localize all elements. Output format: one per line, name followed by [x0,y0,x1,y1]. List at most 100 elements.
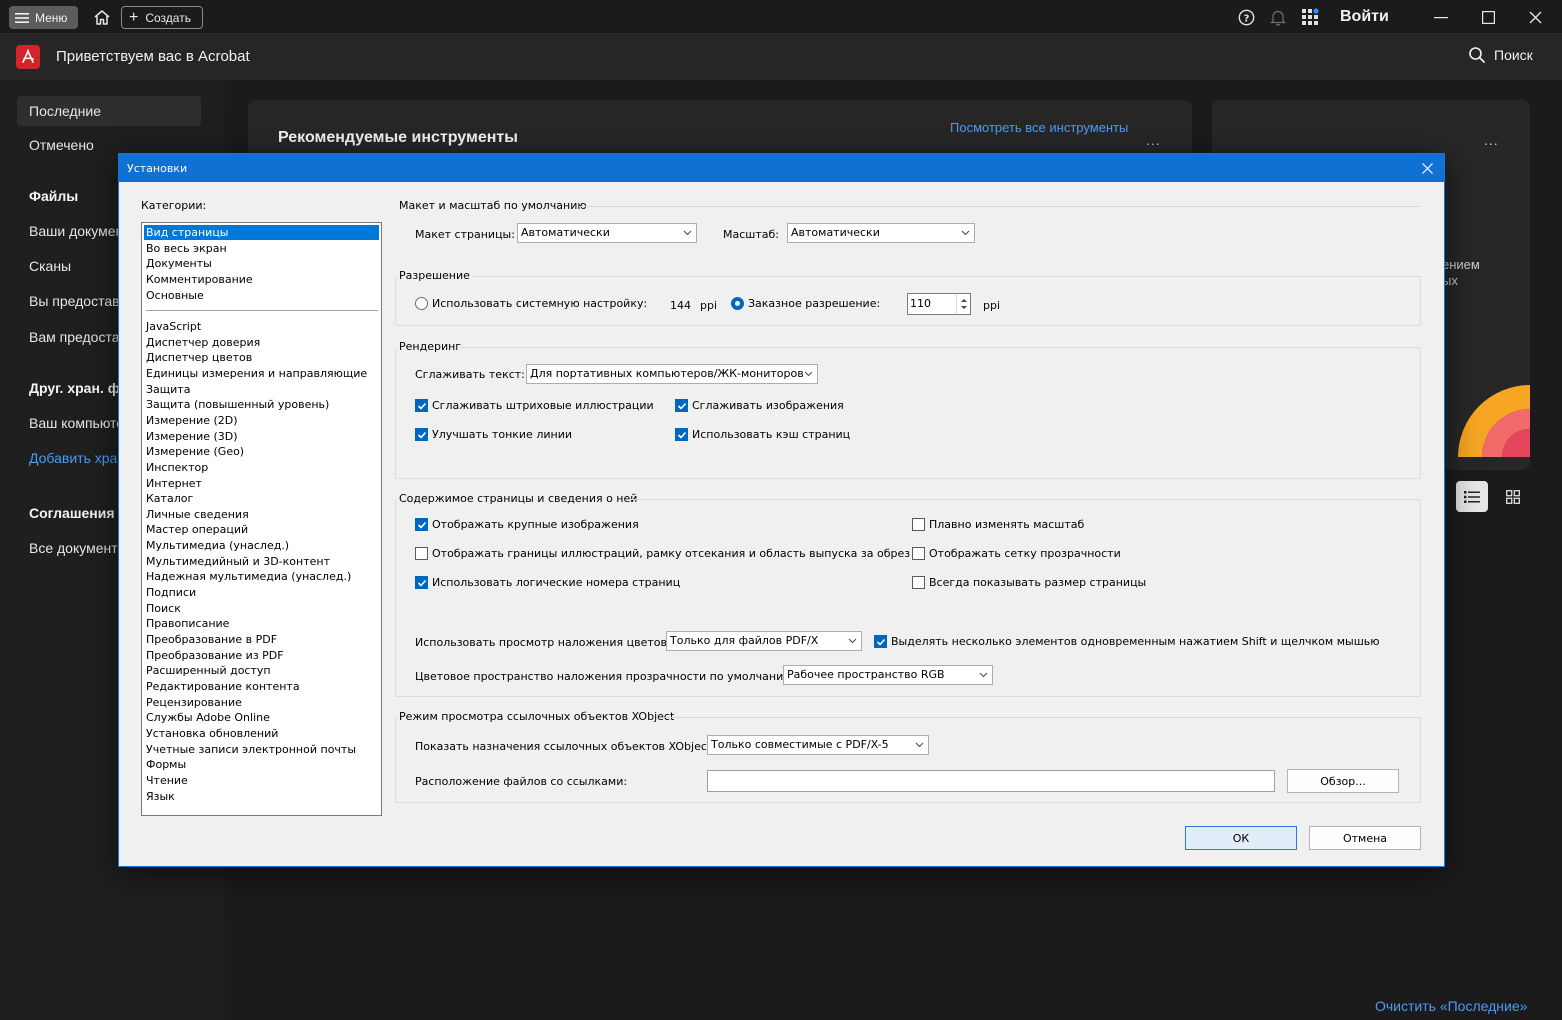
see-all-tools-link[interactable]: Посмотреть все инструменты [950,120,1128,135]
category-item[interactable]: Установка обновлений [144,726,379,741]
checkmark-icon [677,431,686,439]
sidebar-item-shared-by-you[interactable]: Вы предостав [29,293,120,309]
window-close-icon[interactable] [1524,6,1546,28]
category-item[interactable]: Измерение (3D) [144,429,379,444]
category-item[interactable]: Документы [144,256,379,271]
smooth-text-select[interactable]: Для портативных компьютеров/ЖК-мониторов [526,364,818,384]
category-item[interactable]: Формы [144,757,379,772]
promo-text-fragment: ением [1442,257,1480,272]
category-item[interactable]: Мастер операций [144,522,379,537]
category-item[interactable]: Учетные записи электронной почты [144,742,379,757]
xobject-targets-select[interactable]: Только совместимые с PDF/X-5 [707,735,929,755]
clear-recent-link[interactable]: Очистить «Последние» [1375,998,1527,1014]
browse-button[interactable]: Обзор... [1287,769,1399,793]
group-divider [665,717,1421,718]
sidebar-item-recent[interactable]: Последние [17,96,201,126]
overprint-preview-select[interactable]: Только для файлов PDF/X [666,631,862,651]
category-item[interactable]: JavaScript [144,319,379,334]
stepper-arrows[interactable] [956,294,970,314]
list-view-button[interactable] [1456,481,1488,512]
maximize-icon[interactable] [1477,6,1499,28]
category-item[interactable]: Чтение [144,773,379,788]
sign-in-button[interactable]: Войти [1340,8,1389,26]
category-item[interactable]: Диспетчер доверия [144,335,379,350]
sidebar-item-starred[interactable]: Отмечено [29,137,94,153]
home-button[interactable] [90,6,114,29]
smooth-images-checkbox[interactable]: Сглаживать изображения [675,399,844,412]
sidebar-item-your-docs[interactable]: Ваши докумен [29,223,123,239]
use-page-cache-checkbox[interactable]: Использовать кэш страниц [675,428,850,441]
svg-text:?: ? [1243,13,1249,24]
custom-resolution-radio[interactable]: Заказное разрешение: [731,297,880,310]
minimize-icon[interactable] [1430,6,1452,28]
category-item[interactable]: Основные [144,288,379,303]
category-item[interactable]: Рецензирование [144,695,379,710]
search-button[interactable]: Поиск [1468,46,1533,64]
category-item[interactable]: Инспектор [144,460,379,475]
cancel-button[interactable]: Отмена [1309,826,1421,850]
bell-icon[interactable] [1269,8,1287,26]
show-large-images-checkbox[interactable]: Отображать крупные изображения [415,518,639,531]
sidebar-item-shared-with-you[interactable]: Вам предоста [29,329,119,345]
category-item[interactable]: Личные сведения [144,507,379,522]
sidebar-item-scans[interactable]: Сканы [29,258,71,274]
zoom-select[interactable]: Автоматически [787,223,975,243]
category-item[interactable]: Мультимедиа (унаслед.) [144,538,379,553]
system-resolution-radio[interactable]: Использовать системную настройку: [415,297,647,310]
category-item[interactable]: Измерение (Geo) [144,444,379,459]
category-item[interactable]: Надежная мультимедиа (унаслед.) [144,569,379,584]
category-item[interactable]: Мультимедийный и 3D-контент [144,554,379,569]
shift-click-select-checkbox[interactable]: Выделять несколько элементов одновременн… [874,635,1380,648]
dialog-close-icon[interactable] [1418,159,1436,177]
checkmark-icon [417,431,426,439]
category-item[interactable]: Каталог [144,491,379,506]
smooth-zoom-checkbox[interactable]: Плавно изменять масштаб [912,518,1084,531]
category-item[interactable]: Диспетчер цветов [144,350,379,365]
menu-label: Меню [35,10,68,25]
category-item[interactable]: Защита [144,382,379,397]
categories-list[interactable]: Вид страницы Во весь экран Документы Коммен… [141,222,382,816]
category-item[interactable]: Язык [144,789,379,804]
preferences-dialog: Установки Категории: Вид страницы Во весь… [118,153,1445,867]
help-icon[interactable]: ? [1237,8,1255,26]
app-title: Приветствуем вас в Acrobat [56,48,250,65]
page-layout-select[interactable]: Автоматически [517,223,697,243]
category-item[interactable]: Преобразование из PDF [144,648,379,663]
category-item[interactable]: Комментирование [144,272,379,287]
grid-view-button[interactable] [1500,484,1526,510]
always-show-page-size-checkbox[interactable]: Всегда показывать размер страницы [912,576,1146,589]
ok-button[interactable]: ОК [1185,826,1297,850]
sidebar-item-add-storage[interactable]: Добавить хран [29,450,125,466]
smooth-line-art-checkbox[interactable]: Сглаживать штриховые иллюстрации [415,399,654,412]
show-art-trim-bleed-checkbox[interactable]: Отображать границы иллюстраций, рамку от… [415,547,910,560]
category-item[interactable]: Единицы измерения и направляющие [144,366,379,381]
category-item[interactable]: Расширенный доступ [144,663,379,678]
list-view-icon [1464,490,1480,503]
logical-page-numbers-checkbox[interactable]: Использовать логические номера страниц [415,576,680,589]
category-item[interactable]: Во весь экран [144,241,379,256]
category-item[interactable]: Подписи [144,585,379,600]
menu-button[interactable]: Меню [9,6,78,29]
category-item[interactable]: Правописание [144,616,379,631]
category-item[interactable]: Редактирование контента [144,679,379,694]
more-options-icon[interactable]: ... [1484,132,1499,148]
blend-space-select[interactable]: Рабочее пространство RGB [783,665,993,685]
category-item[interactable]: Службы Adobe Online [144,710,379,725]
category-item[interactable]: Интернет [144,476,379,491]
sidebar-item-your-computer[interactable]: Ваш компьюте [29,415,124,431]
category-item[interactable]: Поиск [144,601,379,616]
category-item[interactable]: Преобразование в PDF [144,632,379,647]
custom-resolution-stepper[interactable]: 110 [907,293,971,315]
chevron-down-icon [915,742,924,748]
more-options-icon[interactable]: ... [1146,132,1161,148]
create-button[interactable]: + Создать [121,6,203,29]
category-item[interactable]: Защита (повышенный уровень) [144,397,379,412]
category-item[interactable]: Измерение (2D) [144,413,379,428]
enhance-thin-lines-checkbox[interactable]: Улучшать тонкие линии [415,428,572,441]
linked-files-location-input[interactable] [707,770,1275,792]
show-transparency-grid-checkbox[interactable]: Отображать сетку прозрачности [912,547,1121,560]
checkbox-indicator [675,399,688,412]
sidebar-item-all-docs[interactable]: Все документ [29,540,118,556]
apps-icon[interactable] [1301,8,1319,26]
category-item[interactable]: Вид страницы [144,225,379,240]
